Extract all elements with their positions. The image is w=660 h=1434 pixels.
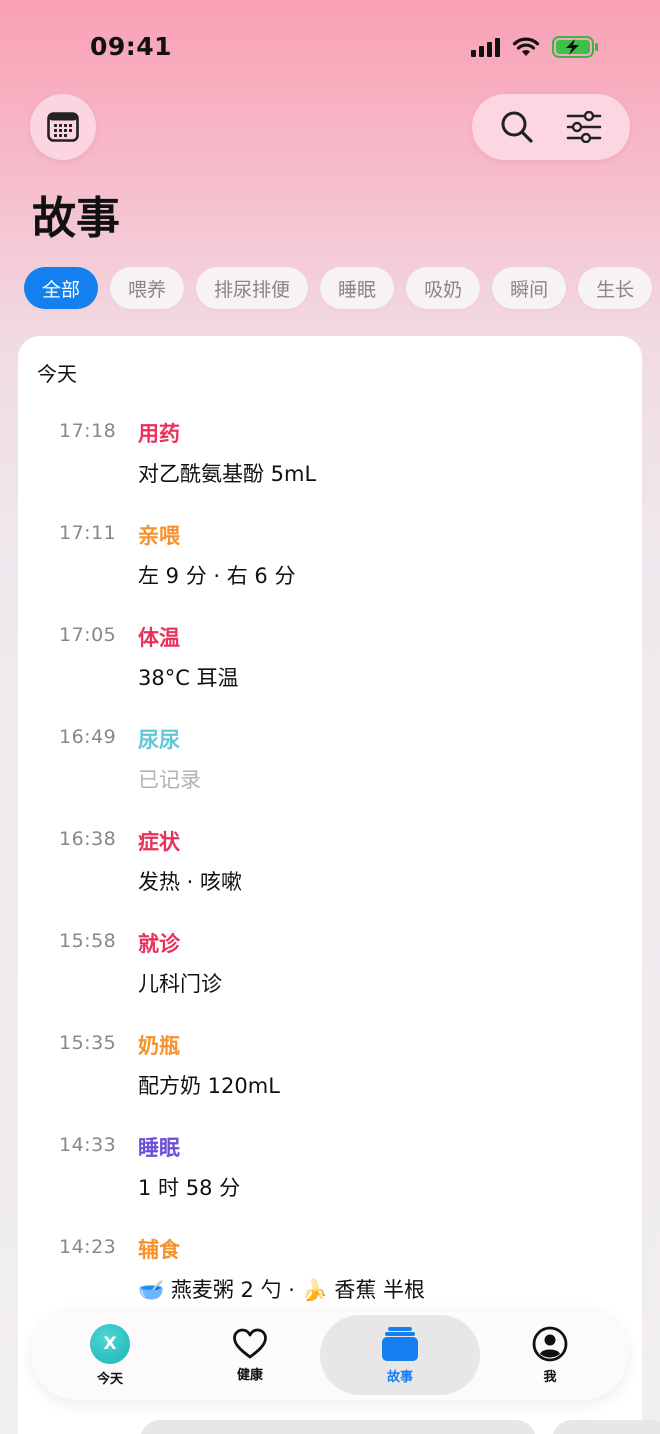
entry-type: 辅食 [138,1238,180,1262]
header-tools [472,94,630,160]
calendar-button[interactable] [30,94,96,160]
filter-chip[interactable]: 瞬间 [492,267,567,309]
sliders-icon [566,111,602,143]
filter-chip[interactable]: 全部 [24,267,99,309]
entry-time: 17:11 [59,522,117,544]
entry-detail: 儿科门诊 [138,972,222,996]
entry-time: 16:49 [59,726,117,748]
search-icon [501,111,533,143]
entry-time: 14:23 [59,1236,117,1258]
calendar-icon [47,112,79,142]
timeline-entry[interactable]: 15:58 就诊儿科门诊 [18,930,642,1032]
next-card-preview [140,1420,536,1434]
entry-time: 17:18 [59,420,117,442]
entry-type: 就诊 [138,932,180,956]
tab-label: 我 [543,1369,557,1385]
tab-me[interactable]: 我 [480,1315,620,1395]
filter-chip[interactable]: 吸奶 [406,267,481,309]
tab-stories[interactable]: 故事 [320,1315,480,1395]
entry-time: 17:05 [59,624,117,646]
tab-health[interactable]: 健康 [180,1315,320,1395]
timeline-card: 今天 17:18 用药对乙酰氨基酚 5mL 17:11 亲喂左 9 分 · 右 6 分… [18,336,642,1434]
next-card-preview [552,1420,660,1434]
filter-chip[interactable]: 喂养 [110,267,185,309]
entry-detail: 已记录 [138,768,201,792]
timeline-entry[interactable]: 16:49 尿尿已记录 [18,726,642,828]
entry-type: 症状 [138,830,180,854]
entry-time: 16:38 [59,828,117,850]
entry-detail: 左 9 分 · 右 6 分 [138,564,296,588]
heart-icon [233,1328,267,1358]
timeline-entry[interactable]: 17:18 用药对乙酰氨基酚 5mL [18,420,642,522]
profile-icon [532,1326,568,1361]
search-button[interactable] [500,110,534,144]
entry-detail: 发热 · 咳嗽 [138,870,243,894]
entry-detail: 1 时 58 分 [138,1176,241,1200]
entry-time: 14:33 [59,1134,117,1156]
entry-detail: 38°C 耳温 [138,666,239,690]
filter-chip[interactable]: 睡眠 [320,267,395,309]
tab-label: 健康 [236,1367,263,1383]
timeline-entry[interactable]: 14:33 睡眠 1 时 58 分 [18,1134,642,1236]
timeline-entry[interactable]: 16:38 症状发热 · 咳嗽 [18,828,642,930]
entry-type: 用药 [138,422,180,446]
entry-detail: 🥣 燕麦粥 2 勺 · 🍌 香蕉 半根 [138,1278,426,1302]
stack-icon [382,1326,418,1361]
status-time: 09:41 [90,32,173,61]
entry-type: 睡眠 [138,1136,180,1160]
cellular-signal-icon [471,37,500,57]
entry-time: 15:35 [59,1032,117,1054]
page-title: 故事 [32,193,120,244]
timeline-entry[interactable]: 15:35 奶瓶配方奶 120mL [18,1032,642,1134]
today-badge-icon: X [90,1323,130,1364]
entry-type: 亲喂 [138,524,180,548]
day-label: 今天 [37,362,77,386]
wifi-icon [512,37,540,56]
entry-detail: 对乙酰氨基酚 5mL [138,462,317,486]
filter-chip[interactable]: 排尿排便 [196,267,309,309]
timeline-entry[interactable]: 17:05 体温 38°C 耳温 [18,624,642,726]
filter-chip[interactable]: 生长 [578,267,653,309]
entry-detail: 配方奶 120mL [138,1074,280,1098]
entry-type: 奶瓶 [138,1034,180,1058]
status-icons [471,36,600,58]
battery-charging-icon [552,36,598,58]
filter-settings-button[interactable] [566,111,602,143]
timeline-entry[interactable]: 17:11 亲喂左 9 分 · 右 6 分 [18,522,642,624]
tab-label: 故事 [386,1369,413,1385]
tab-today[interactable]: X 今天 [40,1315,180,1395]
entry-type: 体温 [138,626,180,650]
timeline-list: 17:18 用药 对乙酰氨基酚 5mL 17:11 亲喂左 9 分 · 右 6 分 17:… [18,420,642,1338]
tab-label: 今天 [96,1371,123,1387]
entry-time: 15:58 [59,930,117,952]
filter-chips: 全部 喂养 排尿排便 睡眠 吸奶 瞬间 生长 [24,267,653,309]
entry-type: 尿尿 [138,728,180,752]
bottom-tab-bar: X 今天 健康 故事 我 [32,1310,628,1400]
